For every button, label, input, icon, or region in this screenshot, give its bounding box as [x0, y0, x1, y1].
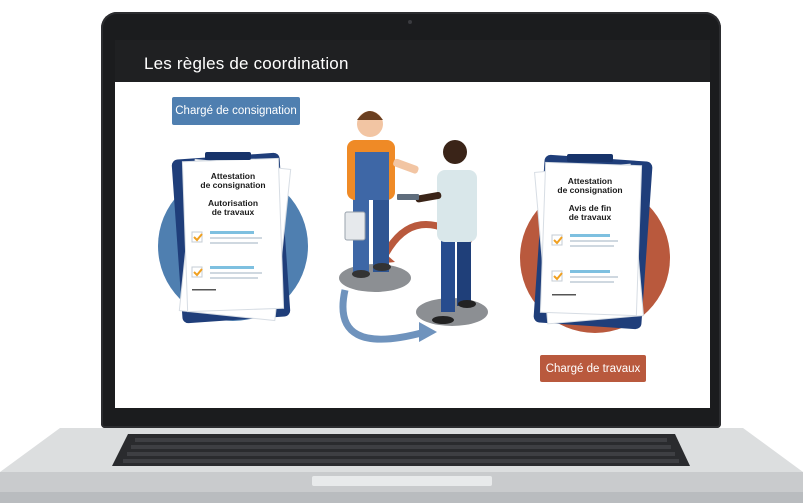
charge-consignation-button[interactable]: Chargé de consignation: [172, 97, 300, 125]
laptop-screen: Les règles de coordination Attestation d…: [115, 40, 710, 408]
left-doc-title-line2: de consignation: [200, 180, 266, 190]
left-doc-subtitle: Autorisation de travaux: [199, 199, 267, 217]
right-doc-subtitle: Avis de fin de travaux: [556, 204, 624, 222]
webcam-icon: [408, 20, 412, 24]
left-doc-title: Attestation de consignation: [199, 172, 267, 190]
right-doc-title-line2: de consignation: [557, 185, 623, 195]
laptop-base: [0, 428, 803, 503]
charge-travaux-button[interactable]: Chargé de travaux: [540, 355, 646, 382]
blue-arrow-icon: [339, 289, 426, 343]
trackpad: [312, 476, 492, 486]
left-doc-subtitle-line2: de travaux: [211, 207, 255, 217]
right-doc-subtitle-line2: de travaux: [568, 212, 612, 222]
right-doc-title: Attestation de consignation: [556, 177, 624, 195]
coordination-illustration: [158, 111, 670, 343]
